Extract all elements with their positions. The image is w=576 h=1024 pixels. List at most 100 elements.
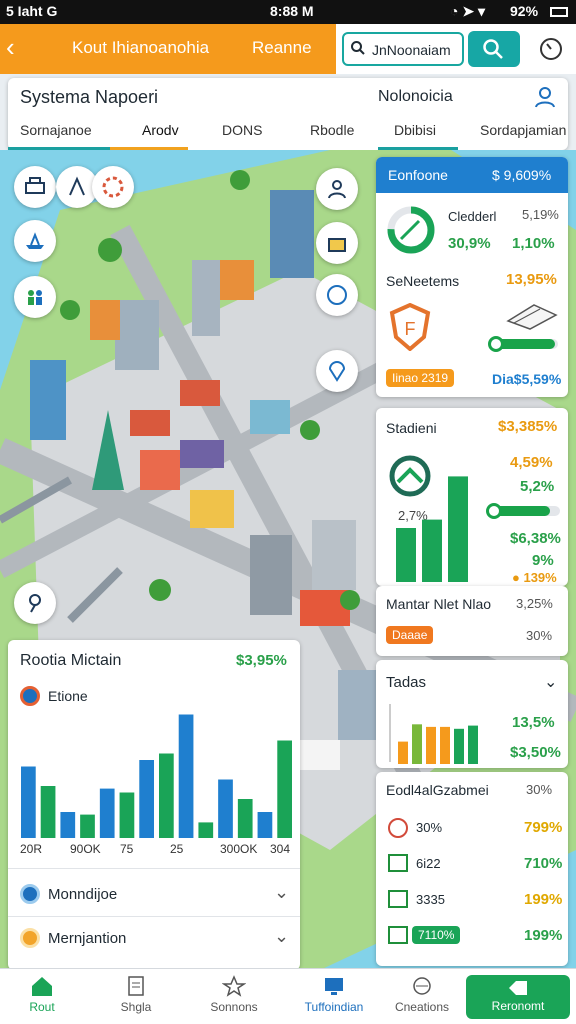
chevron-down-icon: ⌄ [274,926,290,946]
search-input[interactable]: JnNoonaiam [342,32,464,66]
status-icon [388,818,408,838]
metrics-bar [218,779,233,838]
tasks-v1: 13,5% [512,714,555,731]
tab-rbodle[interactable]: Rbodle [310,122,354,150]
list-item-label: 30% [416,820,443,835]
printer-fab[interactable] [14,166,56,208]
stats-bar [448,476,468,582]
tab-dons[interactable]: DONS [222,122,262,150]
clock-icon[interactable] [538,36,564,62]
shop-fab[interactable] [316,222,358,264]
ship-fab[interactable] [14,220,56,262]
star-icon [222,975,246,997]
tasks-v2: $3,50% [510,744,561,761]
market-value2: 30% [526,628,553,643]
list-item-value: 199% [524,927,563,944]
palette-fab[interactable] [92,166,134,208]
help-fab[interactable] [316,274,358,316]
accordion-mernjantion[interactable]: Mernjantion ⌄ [8,920,300,960]
user-icon[interactable] [532,84,558,110]
wifi-icon: ◔ ➤ ▾ [450,3,485,19]
list-item[interactable]: 30% 799% [376,812,568,844]
metrics-value: $3,95% [236,652,287,669]
value-5-19: 5,19% [522,207,559,222]
nav-sonnons[interactable]: Sonnons [194,975,274,1021]
accordion-monndijoe[interactable]: Monndijoe ⌄ [8,874,300,914]
x-tick-label: 20R [20,842,43,856]
list-title: Eodl4alGzabmei [386,782,489,798]
people-fab[interactable] [14,276,56,318]
legend-icon [20,686,40,706]
pin-fab[interactable] [14,582,56,624]
metrics-bar-chart [21,714,292,838]
metrics-bar [159,753,174,838]
top-bar: ‹ Kout Ihianoanohia Reanne JnNoonaiam [0,24,576,74]
info-card: Systema Napoeri Nolonoicia Sornajanoe Ar… [8,78,568,150]
list-item[interactable]: 7110% 199% [376,920,568,952]
reronomt-button[interactable]: Reronomt [466,975,570,1019]
profile-fab[interactable] [316,168,358,210]
tab-arodv[interactable]: Arodv [142,122,179,150]
nav-label: Shgla [120,1000,152,1014]
nav-shgla[interactable]: Shgla [96,975,176,1021]
search-button[interactable] [468,31,520,67]
divider [8,868,300,869]
back-button[interactable]: ‹ [6,34,15,60]
tab-dbibisi[interactable]: Dbibisi [394,122,436,150]
footer-value: Dia$5,59% [492,371,562,387]
list-item[interactable]: 3335 199% [376,884,568,916]
stats-v5-text: 139% [523,570,557,585]
tasks-bar-chart [389,704,478,764]
tab-sordapjamian[interactable]: Sordapjamian [480,122,566,150]
x-tick-label: 75 [120,842,134,856]
search-icon [483,39,503,59]
chevron-down-icon: ⌄ [274,882,290,902]
tab-reanne[interactable]: Reanne [252,38,312,58]
document-icon [128,976,144,996]
status-time: 8:88 M [270,3,314,19]
tag-pill[interactable]: Iinao 2319 [386,369,455,387]
value-1-10: 1,10% [512,235,555,252]
summary-value: $ 9,609% [492,167,552,183]
location-icon [328,361,346,382]
nav-rout[interactable]: Rout [2,975,82,1021]
tasks-bar [426,726,436,764]
stats-bar [422,519,442,582]
chevron-down-icon[interactable]: ⌄ [544,672,557,692]
metrics-bar [21,766,36,838]
progress-knob[interactable] [488,336,504,352]
market-title: Mantar Nlet Nlao [386,596,492,612]
status-icon [388,926,408,944]
value-30-9: 30,9% [448,235,491,252]
summary-card: Eonfoone $ 9,609% Cledderl 5,19% 30,9% 1… [376,157,568,397]
shield-icon: F [389,303,431,351]
coin-icon [20,928,40,948]
carrier-text: 5 Iaht G [6,3,58,19]
creations-icon [413,977,431,995]
nav-label: Rout [29,1000,55,1014]
system-subtitle: Nolonoicia [378,88,453,105]
market-pill[interactable]: Daaae [386,626,434,644]
x-tick-label: 300OK [220,842,258,856]
stats-progress-knob[interactable] [486,503,502,519]
list-item[interactable]: 6i22 710% [376,848,568,880]
nav-cneations[interactable]: Cneations [382,975,462,1021]
tasks-bar [398,741,408,764]
tasks-title: Tadas [386,674,427,691]
metrics-bar [80,814,95,838]
help-icon [327,285,347,305]
location-fab[interactable] [316,350,358,392]
tab-sornajanoe[interactable]: Sornajanoe [20,122,92,150]
metrics-card: Rootia Mictain $3,95% Etione 20R 90OK 75 25… [8,640,300,970]
metrics-bar [139,760,154,838]
tag-icon [509,981,527,995]
money-icon [506,304,558,330]
status-bar: 5 Iaht G 8:88 M ◔ ➤ ▾ 92% [0,0,576,24]
route-icon [69,176,85,196]
metrics-bar [198,822,214,838]
metrics-bar [257,812,273,838]
stats-progress [494,506,560,516]
stats-v1: 4,59% [510,454,553,471]
tasks-bar [468,725,478,764]
nav-tuffoindian[interactable]: Tuffoindian [294,975,374,1021]
